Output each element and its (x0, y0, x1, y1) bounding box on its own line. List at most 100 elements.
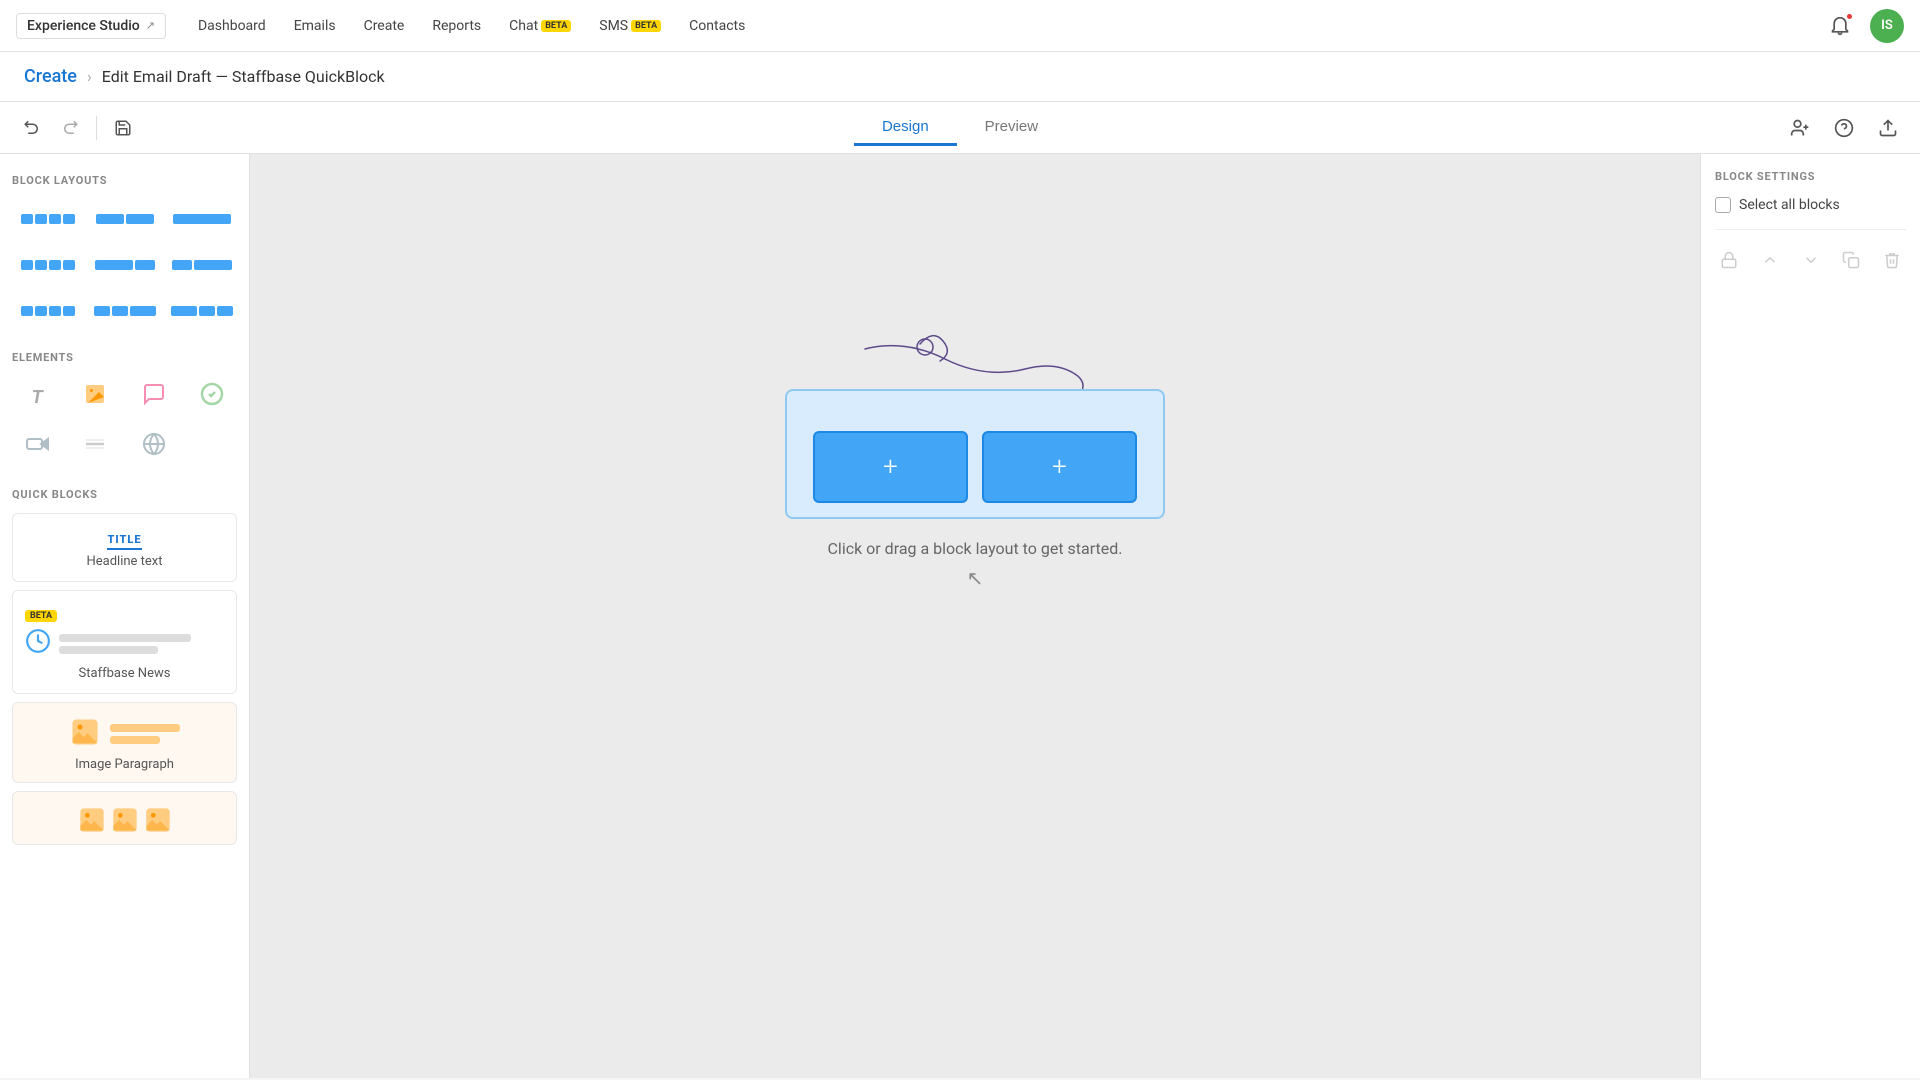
toolbar-left (16, 112, 139, 144)
duplicate-button[interactable] (1837, 244, 1866, 276)
nav-links: Dashboard Emails Create Reports ChatBETA… (198, 14, 745, 38)
move-down-button[interactable] (1796, 244, 1825, 276)
select-all-label: Select all blocks (1739, 197, 1840, 213)
top-nav: Experience Studio ↗ Dashboard Emails Cre… (0, 0, 1920, 52)
nav-dashboard[interactable]: Dashboard (198, 14, 266, 38)
drop-cell-1[interactable]: + (813, 431, 968, 503)
drop-zone-cells: + + (813, 431, 1137, 503)
breadcrumb-current: Edit Email Draft — Staffbase QuickBlock (102, 67, 385, 86)
nav-contacts[interactable]: Contacts (689, 14, 745, 38)
globe-icon (142, 432, 166, 462)
element-video[interactable] (12, 426, 62, 468)
chat-beta-badge: BETA (541, 20, 571, 32)
layout-2-1[interactable] (89, 245, 160, 285)
redo-button[interactable] (54, 112, 86, 144)
qb-news-icon (25, 628, 51, 660)
quick-block-staffbase-news[interactable]: BETA Staffbase News (12, 590, 237, 694)
quick-block-gallery[interactable] (12, 791, 237, 845)
add-user-button[interactable] (1784, 112, 1816, 144)
app-logo[interactable]: Experience Studio ↗ (16, 13, 166, 39)
nav-emails[interactable]: Emails (294, 14, 336, 38)
element-text[interactable]: T (12, 376, 62, 418)
image-icon (83, 382, 107, 412)
divider-icon (83, 432, 107, 462)
layout-4col-2[interactable] (12, 245, 83, 285)
nav-actions: IS (1824, 9, 1904, 43)
qb-news-line-2 (59, 646, 158, 654)
qb-imgpara-line-2 (110, 736, 160, 744)
video-icon (25, 432, 49, 462)
select-all-row: Select all blocks (1715, 197, 1906, 213)
toolbar-divider (96, 116, 97, 140)
lock-block-button[interactable] (1715, 244, 1744, 276)
quick-blocks-title: QUICK BLOCKS (12, 488, 237, 501)
qb-title-label: TITLE (107, 533, 141, 550)
left-panel: BLOCK LAYOUTS (0, 154, 250, 1078)
qb-imgpara-name: Image Paragraph (25, 757, 224, 772)
nav-sms[interactable]: SMSBETA (599, 14, 661, 38)
sms-beta-badge: BETA (631, 20, 661, 32)
move-up-button[interactable] (1756, 244, 1785, 276)
qb-imgpara-img-icon (70, 717, 100, 751)
breadcrumb-separator: › (87, 67, 92, 86)
block-settings-title: BLOCK SETTINGS (1715, 170, 1906, 183)
layout-1-2[interactable] (166, 245, 237, 285)
export-button[interactable] (1872, 112, 1904, 144)
breadcrumb-create[interactable]: Create (24, 66, 77, 87)
notifications-button[interactable] (1824, 10, 1856, 42)
quick-block-title-headline[interactable]: TITLE Headline text (12, 513, 237, 582)
qb-imgpara-line-1 (110, 724, 180, 732)
nav-create[interactable]: Create (364, 14, 405, 38)
drop-cell-2[interactable]: + (982, 431, 1137, 503)
layout-2col[interactable] (89, 199, 160, 239)
right-panel: BLOCK SETTINGS Select all blocks (1700, 154, 1920, 1078)
layout-2-1-1[interactable] (166, 291, 237, 331)
layout-4col-3[interactable] (12, 291, 83, 331)
qb-news-content (25, 628, 224, 660)
element-globe[interactable] (129, 426, 179, 468)
help-button[interactable] (1828, 112, 1860, 144)
select-all-checkbox[interactable] (1715, 197, 1731, 213)
drop-illustration: + + (765, 319, 1185, 519)
cursor-indicator: ↖ (967, 566, 984, 590)
text-icon: T (32, 387, 43, 408)
quick-blocks-list: TITLE Headline text BETA Staffbase News (12, 513, 237, 845)
nav-chat[interactable]: ChatBETA (509, 14, 571, 38)
canvas-area[interactable]: + + Click or drag a block layout to get … (250, 154, 1700, 1078)
element-divider[interactable] (70, 426, 120, 468)
save-button[interactable] (107, 112, 139, 144)
block-layouts-title: BLOCK LAYOUTS (12, 174, 237, 187)
notification-dot (1845, 12, 1854, 21)
main-layout: BLOCK LAYOUTS (0, 154, 1920, 1078)
avatar[interactable]: IS (1870, 9, 1904, 43)
element-check[interactable] (187, 376, 237, 418)
elements-title: ELEMENTS (12, 351, 237, 364)
qb-beta-badge: BETA (25, 610, 57, 622)
qb-news-line-1 (59, 634, 191, 642)
qb-news-name: Staffbase News (25, 666, 224, 681)
check-icon (200, 382, 224, 412)
canvas-hint-text: Click or drag a block layout to get star… (828, 539, 1123, 558)
quick-block-image-paragraph[interactable]: Image Paragraph (12, 702, 237, 783)
element-chat[interactable] (129, 376, 179, 418)
layout-1col-wide[interactable] (166, 199, 237, 239)
nav-reports[interactable]: Reports (432, 14, 481, 38)
qb-title-subtext: Headline text (25, 554, 224, 569)
undo-button[interactable] (16, 112, 48, 144)
toolbar: Design Preview (0, 102, 1920, 154)
settings-divider (1715, 229, 1906, 230)
chat-icon (142, 382, 166, 412)
layout-4col[interactable] (12, 199, 83, 239)
tab-preview[interactable]: Preview (957, 110, 1066, 146)
qb-gallery-images (25, 806, 224, 834)
canvas-drop-area[interactable]: + + Click or drag a block layout to get … (250, 154, 1700, 754)
logo-label: Experience Studio (27, 18, 140, 34)
layout-1-1-2[interactable] (89, 291, 160, 331)
tab-design[interactable]: Design (854, 110, 957, 146)
toolbar-tabs: Design Preview (854, 110, 1066, 146)
elements-grid: T (12, 376, 237, 468)
breadcrumb-bar: Create › Edit Email Draft — Staffbase Qu… (0, 52, 1920, 102)
delete-button[interactable] (1877, 244, 1906, 276)
qb-news-lines (59, 634, 224, 654)
element-image[interactable] (70, 376, 120, 418)
